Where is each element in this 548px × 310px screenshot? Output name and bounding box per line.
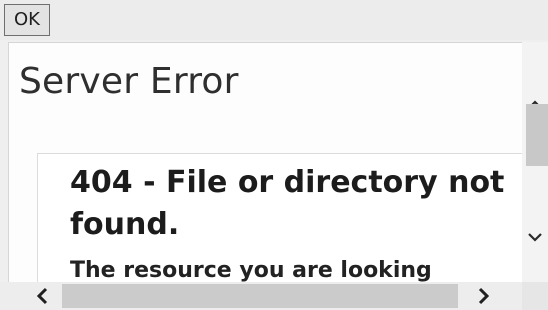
vertical-scroll-thumb[interactable] <box>526 104 548 166</box>
vertical-scrollbar[interactable] <box>522 42 548 282</box>
chevron-right-icon[interactable] <box>468 282 498 310</box>
chevron-down-icon-glyph <box>528 233 542 242</box>
page-title: Server Error <box>19 61 239 102</box>
error-panel: 404 - File or directory not found. The r… <box>37 153 523 283</box>
horizontal-scroll-thumb[interactable] <box>62 284 458 308</box>
toolbar: OK <box>0 0 548 40</box>
horizontal-scrollbar[interactable] <box>0 282 548 310</box>
chevron-right-icon-glyph <box>478 287 490 305</box>
ok-button[interactable]: OK <box>4 4 50 36</box>
error-body-text: The resource you are looking <box>70 258 432 283</box>
error-dialog: OK Server Error 404 - File or directory … <box>0 0 548 310</box>
chevron-down-icon[interactable] <box>522 226 548 252</box>
error-heading: 404 - File or directory not found. <box>70 165 505 242</box>
content-viewport: Server Error 404 - File or directory not… <box>8 42 523 283</box>
scrollbar-corner <box>522 282 548 310</box>
chevron-left-icon[interactable] <box>28 282 58 310</box>
chevron-left-icon-glyph <box>36 287 48 305</box>
